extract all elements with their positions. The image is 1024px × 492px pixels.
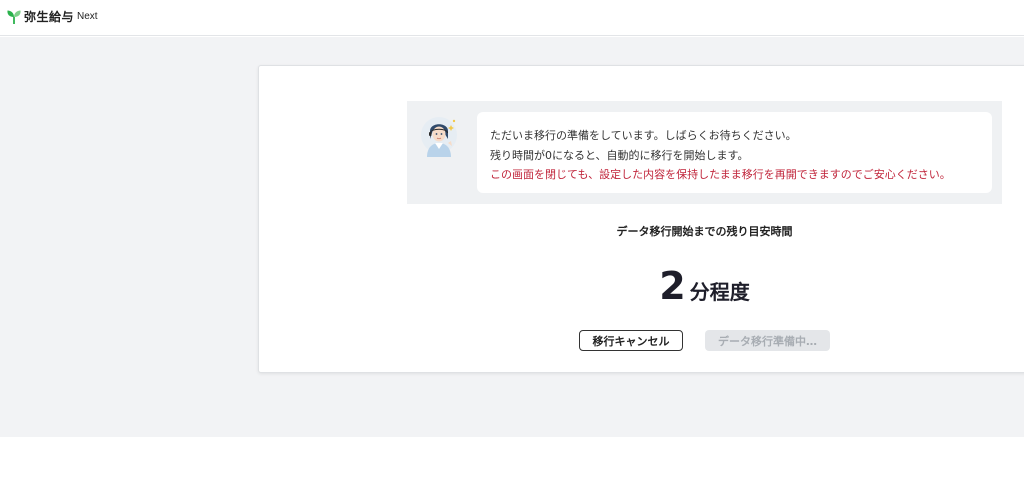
message-line-2: 残り時間が0になると、自動的に移行を開始します。 xyxy=(490,149,749,162)
message-bubble: ただいま移行の準備をしています。しばらくお待ちください。 残り時間が0になると、… xyxy=(477,112,992,193)
logo-text: 弥生給与 xyxy=(24,10,75,24)
app-logo[interactable]: 弥生給与 Next xyxy=(6,8,98,25)
remaining-time-number: 2 xyxy=(659,264,686,308)
cancel-migration-button[interactable]: 移行キャンセル xyxy=(579,330,683,351)
sprout-icon xyxy=(6,9,22,25)
migration-preparing-button: データ移行準備中… xyxy=(705,330,830,351)
support-operator-avatar-icon xyxy=(421,113,461,157)
message-panel: ただいま移行の準備をしています。しばらくお待ちください。 残り時間が0になると、… xyxy=(407,101,1002,204)
logo-suffix: Next xyxy=(77,11,98,22)
remaining-time-unit: 分程度 xyxy=(689,280,750,304)
message-line-warning: この画面を閉じても、設定した内容を保持したまま移行を再開できますのでご安心くださ… xyxy=(490,168,951,181)
migration-card: ただいま移行の準備をしています。しばらくお待ちください。 残り時間が0になると、… xyxy=(258,65,1024,373)
app-header: 弥生給与 Next xyxy=(0,0,1024,36)
remaining-time-label: データ移行開始までの残り目安時間 xyxy=(616,225,793,238)
remaining-time-value: 2 分程度 xyxy=(407,264,1002,308)
message-line-1: ただいま移行の準備をしています。しばらくお待ちください。 xyxy=(490,129,797,142)
